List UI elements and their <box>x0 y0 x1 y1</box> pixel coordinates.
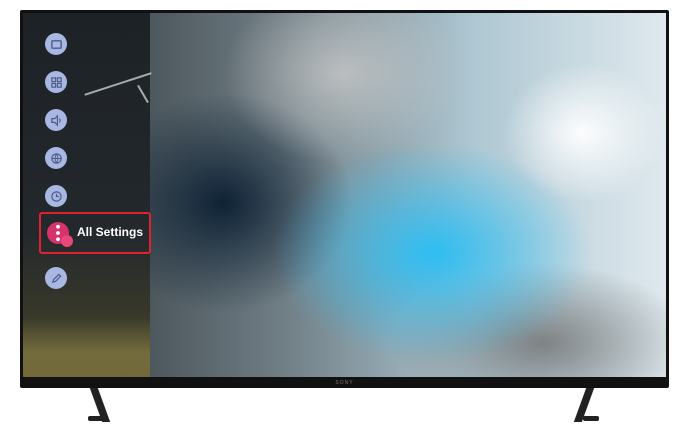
edit-icon[interactable] <box>45 267 67 289</box>
network-icon <box>50 152 62 164</box>
picture-mode-icon <box>50 76 62 88</box>
background-detail <box>23 317 150 377</box>
edit-icon <box>51 272 62 283</box>
tv-stand-foot-left <box>88 416 104 421</box>
tv-brand-logo: SONY <box>335 380 354 386</box>
tv-frame: All Settings SONY <box>20 10 669 388</box>
quick-settings-panel: All Settings <box>23 13 152 377</box>
background-detail <box>137 84 149 104</box>
sound-icon[interactable] <box>45 109 67 131</box>
tv-stand-foot-right <box>583 416 599 421</box>
clock-icon <box>50 190 62 202</box>
picture-icon[interactable] <box>45 33 67 55</box>
all-settings-label[interactable]: All Settings <box>77 225 143 239</box>
network-icon[interactable] <box>45 147 67 169</box>
picture-icon <box>50 39 62 49</box>
sound-icon <box>50 113 61 127</box>
pointer-cursor <box>61 235 73 247</box>
clock-icon[interactable] <box>45 185 67 207</box>
picture-mode-icon[interactable] <box>45 71 67 93</box>
tv-screen: All Settings <box>23 13 666 377</box>
